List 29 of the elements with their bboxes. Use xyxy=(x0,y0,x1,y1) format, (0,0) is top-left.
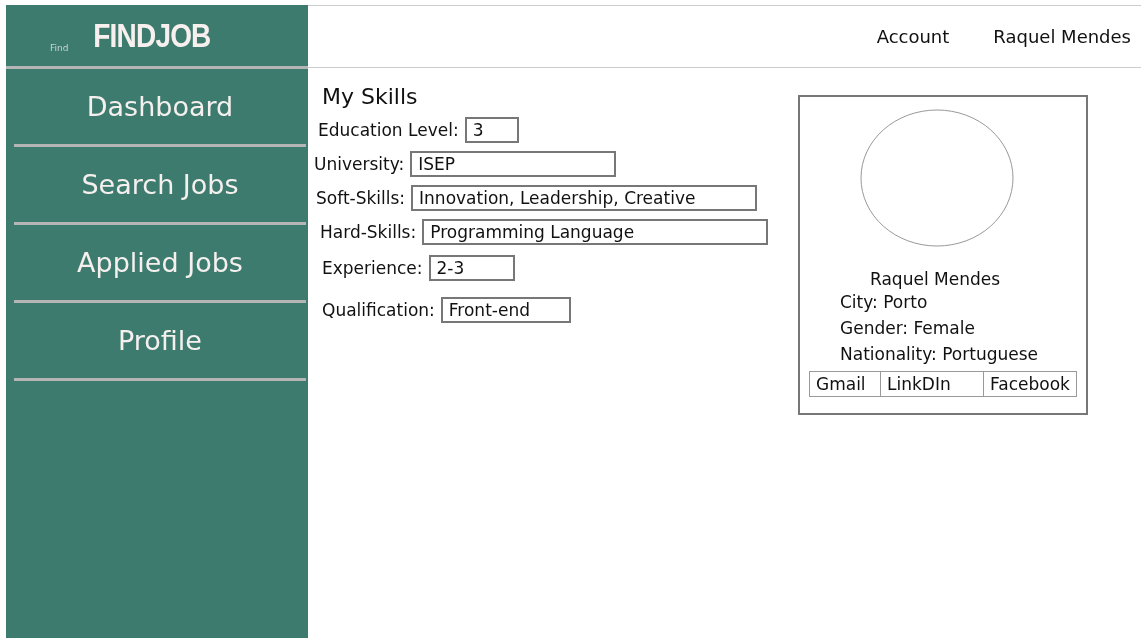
field-label: Experience: xyxy=(322,258,423,278)
profile-name: Raquel Mendes xyxy=(870,269,1000,289)
field-label: Soft-Skills: xyxy=(316,188,406,208)
profile-detail: Nationality: Portuguese xyxy=(840,343,1038,366)
field-label: University: xyxy=(314,154,405,174)
input-field[interactable]: ISEP xyxy=(410,151,617,177)
field-label: Qualification: xyxy=(322,300,435,320)
sidebar-item[interactable]: Profile xyxy=(14,303,306,381)
input-field[interactable]: Innovation, Leadership, Creative xyxy=(411,185,758,211)
social-link[interactable]: Facebook xyxy=(983,372,1076,396)
field-label: Education Level: xyxy=(318,120,459,140)
social-link[interactable]: Gmail xyxy=(810,372,880,396)
input-field[interactable]: Front-end xyxy=(440,297,571,323)
social-link[interactable]: LinkDIn xyxy=(880,372,983,396)
sidebar-item[interactable]: Search Jobs xyxy=(14,147,306,225)
logo[interactable]: FINDJOB xyxy=(93,16,211,55)
input-field[interactable]: 3 xyxy=(464,117,519,143)
sidebar-item[interactable]: Applied Jobs xyxy=(14,225,306,303)
profile-detail: City: Porto xyxy=(840,291,928,314)
top-nav-link[interactable]: Account xyxy=(876,26,950,47)
section-title: My Skills xyxy=(322,84,419,109)
avatar-icon xyxy=(860,109,1014,247)
profile-detail: Gender: Female xyxy=(840,317,975,340)
logo-caption: Find xyxy=(50,43,69,53)
top-nav-link[interactable]: Raquel Mendes xyxy=(993,26,1131,47)
input-field[interactable]: Programming Language xyxy=(422,219,769,245)
input-field[interactable]: 2-3 xyxy=(428,255,515,281)
field-label: Hard-Skills: xyxy=(320,222,417,242)
sidebar-item[interactable]: Dashboard xyxy=(14,69,306,147)
